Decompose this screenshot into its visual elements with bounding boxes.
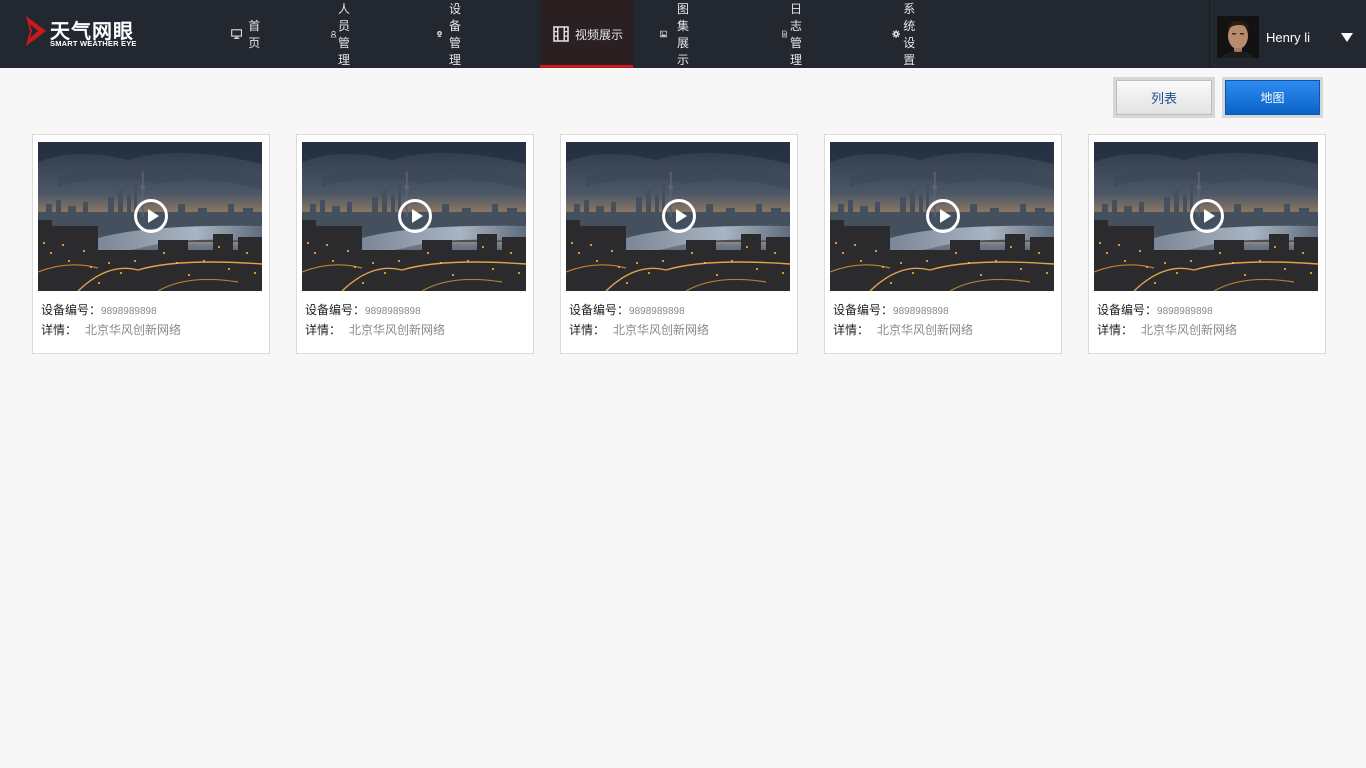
avatar-portrait <box>1217 16 1259 58</box>
caret-down-icon[interactable] <box>1341 33 1353 42</box>
monitor-icon <box>231 29 243 39</box>
play-icon[interactable] <box>926 199 960 233</box>
detail-row: 详情： 北京华风创新网络 <box>41 321 181 338</box>
device-id-label: 设备编号： <box>41 303 102 317</box>
detail-value: 北京华风创新网络 <box>877 323 974 337</box>
video-card[interactable]: 设备编号：9898989898 详情： 北京华风创新网络 <box>824 134 1062 354</box>
detail-row: 详情： 北京华风创新网络 <box>305 321 445 338</box>
image-icon <box>660 30 667 38</box>
detail-value: 北京华风创新网络 <box>349 323 446 337</box>
nav-item-gallery[interactable]: 图集展示 <box>660 0 698 68</box>
nav-item-label: 设备管理 <box>449 2 462 67</box>
nav-item-home[interactable]: 首页 <box>231 0 265 68</box>
list-view-toggle: 列表 <box>1113 77 1215 118</box>
device-id-label: 设备编号： <box>569 303 630 317</box>
device-id-row: 设备编号：9898989898 <box>305 301 421 318</box>
document-icon <box>781 30 788 38</box>
detail-row: 详情： 北京华风创新网络 <box>569 321 709 338</box>
nav-item-label: 图集展示 <box>677 2 690 67</box>
device-id-label: 设备编号： <box>1097 303 1158 317</box>
nav-item-devices[interactable]: 设备管理 <box>436 0 470 68</box>
device-id-value: 9898989898 <box>101 306 157 317</box>
device-id-row: 设备编号：9898989898 <box>1097 301 1213 318</box>
logo-mark-icon <box>26 16 46 46</box>
map-view-button[interactable]: 地图 <box>1225 80 1320 115</box>
film-icon <box>553 26 569 42</box>
user-menu[interactable]: Henry li <box>1209 0 1366 68</box>
play-icon[interactable] <box>1190 199 1224 233</box>
list-view-button[interactable]: 列表 <box>1116 80 1212 115</box>
top-navigation-bar: 天气网眼 SMART WEATHER EYE 首页 人员管理 设备管理 视频展示… <box>0 0 1366 68</box>
video-thumbnail[interactable] <box>566 142 790 291</box>
nav-item-logs[interactable]: 日志管理 <box>781 0 811 68</box>
video-thumbnail[interactable] <box>302 142 526 291</box>
play-icon[interactable] <box>398 199 432 233</box>
brand-name-en: SMART WEATHER EYE <box>50 39 137 48</box>
brand-logo[interactable]: 天气网眼 SMART WEATHER EYE <box>22 14 152 54</box>
device-id-value: 9898989898 <box>1157 306 1213 317</box>
detail-value: 北京华风创新网络 <box>85 323 182 337</box>
nav-item-label: 视频展示 <box>575 27 624 42</box>
device-id-value: 9898989898 <box>365 306 421 317</box>
device-id-row: 设备编号：9898989898 <box>41 301 157 318</box>
detail-label: 详情： <box>569 323 606 337</box>
nav-item-label: 人员管理 <box>338 2 351 67</box>
play-icon[interactable] <box>134 199 168 233</box>
device-id-value: 9898989898 <box>893 306 949 317</box>
nav-item-label: 系统设置 <box>903 2 916 67</box>
video-card[interactable]: 设备编号：9898989898 详情： 北京华风创新网络 <box>1088 134 1326 354</box>
detail-label: 详情： <box>41 323 78 337</box>
play-icon[interactable] <box>662 199 696 233</box>
user-name: Henry li <box>1266 30 1311 45</box>
video-thumbnail[interactable] <box>1094 142 1318 291</box>
device-id-row: 设备编号：9898989898 <box>569 301 685 318</box>
detail-label: 详情： <box>1097 323 1134 337</box>
map-view-toggle: 地图 <box>1222 77 1323 118</box>
webcam-icon <box>437 30 442 38</box>
video-thumbnail[interactable] <box>830 142 1054 291</box>
video-thumbnail[interactable] <box>38 142 262 291</box>
detail-value: 北京华风创新网络 <box>613 323 710 337</box>
detail-row: 详情： 北京华风创新网络 <box>833 321 973 338</box>
nav-item-video[interactable]: 视频展示 <box>540 0 633 68</box>
detail-label: 详情： <box>305 323 342 337</box>
detail-label: 详情： <box>833 323 870 337</box>
video-card[interactable]: 设备编号：9898989898 详情： 北京华风创新网络 <box>296 134 534 354</box>
detail-value: 北京华风创新网络 <box>1141 323 1238 337</box>
video-card[interactable]: 设备编号：9898989898 详情： 北京华风创新网络 <box>560 134 798 354</box>
nav-item-label: 日志管理 <box>790 2 803 67</box>
device-id-label: 设备编号： <box>305 303 366 317</box>
avatar[interactable] <box>1217 16 1259 58</box>
nav-item-label: 首页 <box>248 19 261 50</box>
nav-item-settings[interactable]: 系统设置 <box>892 0 925 68</box>
device-id-row: 设备编号：9898989898 <box>833 301 949 318</box>
person-icon <box>330 30 337 38</box>
gear-icon <box>892 30 900 38</box>
device-id-label: 设备编号： <box>833 303 894 317</box>
nav-item-personnel[interactable]: 人员管理 <box>330 0 359 68</box>
video-card[interactable]: 设备编号：9898989898 详情： 北京华风创新网络 <box>32 134 270 354</box>
device-id-value: 9898989898 <box>629 306 685 317</box>
detail-row: 详情： 北京华风创新网络 <box>1097 321 1237 338</box>
